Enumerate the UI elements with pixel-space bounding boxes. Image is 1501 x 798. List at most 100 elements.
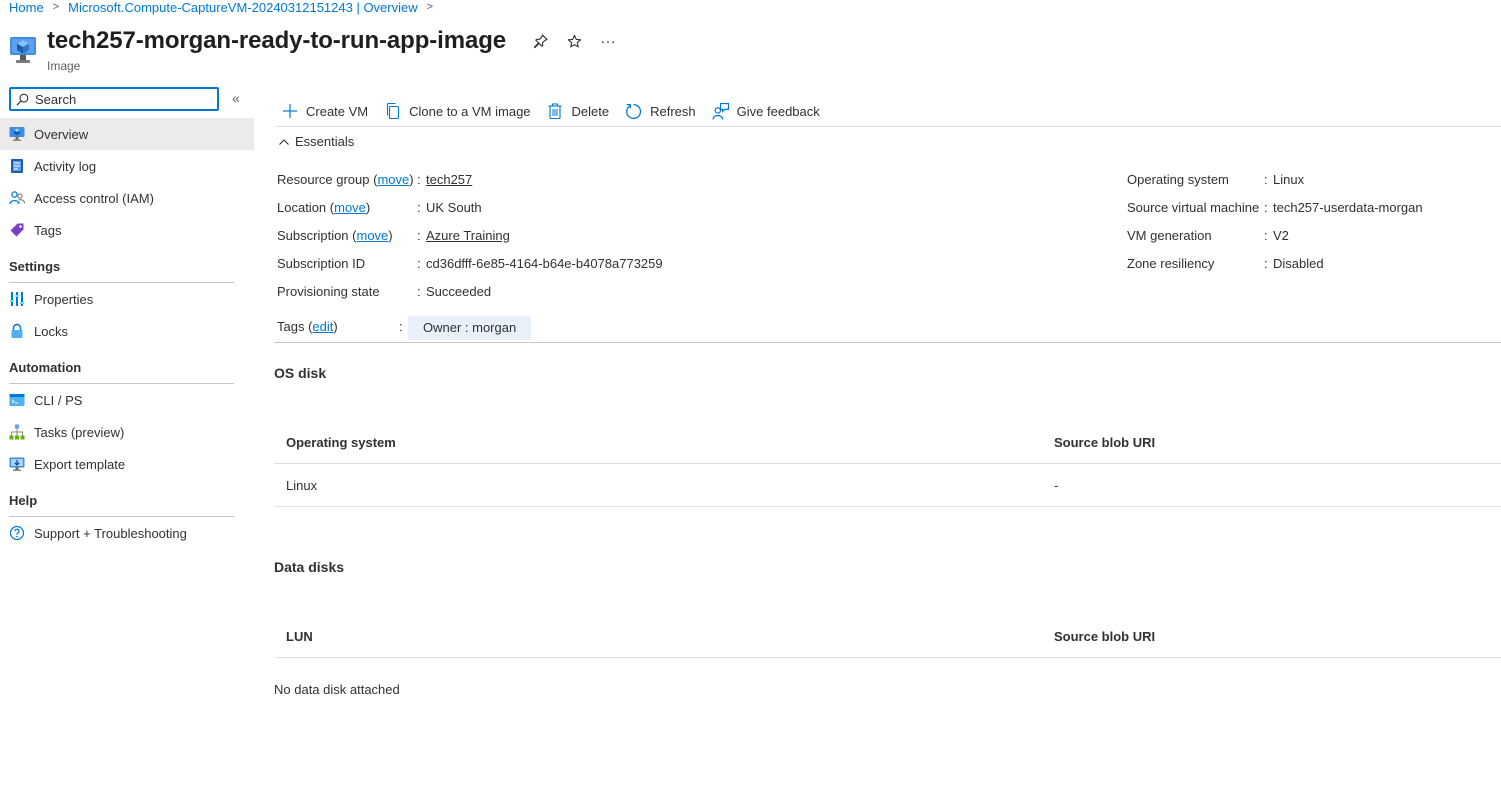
properties-icon: [9, 291, 25, 307]
sidebar-item-label: Overview: [34, 126, 89, 142]
more-options-icon[interactable]: ···: [598, 31, 618, 51]
subscription-link[interactable]: Azure Training: [426, 228, 510, 243]
sidebar-item-label: Access control (IAM): [34, 190, 154, 206]
sidebar-section-help: Help: [0, 480, 254, 517]
star-icon[interactable]: [564, 31, 584, 51]
property-label: Subscription (move): [277, 227, 393, 243]
tags-label: Tags: [277, 318, 305, 334]
delete-button[interactable]: Delete: [547, 103, 610, 120]
sidebar-item-properties[interactable]: Properties: [0, 283, 254, 315]
sidebar-item-tasks[interactable]: Tasks (preview): [0, 416, 254, 448]
provisioning-state-label: Provisioning state: [277, 283, 380, 299]
operating-system-label: Operating system: [1127, 171, 1229, 187]
collapse-sidebar-icon[interactable]: «: [232, 90, 240, 106]
edit-tags-link[interactable]: edit: [312, 319, 333, 334]
page-header: tech257-morgan-ready-to-run-app-image ··…: [9, 26, 618, 73]
section-heading: Help: [9, 493, 234, 517]
image-icon: [9, 126, 25, 142]
location-value: UK South: [426, 199, 482, 215]
colon: :: [1264, 199, 1268, 215]
terminal-icon: [9, 392, 25, 408]
data-disks-table: LUN Source blob URI: [274, 615, 1501, 658]
zone-resiliency-label: Zone resiliency: [1127, 255, 1215, 271]
plus-icon: [281, 103, 298, 120]
sidebar-item-label: Tasks (preview): [34, 424, 125, 440]
colon: :: [417, 283, 421, 299]
location-label: Location: [277, 199, 327, 215]
chevron-right-icon: >: [52, 1, 60, 13]
sidebar-item-activity-log[interactable]: Activity log: [0, 150, 254, 182]
create-vm-button[interactable]: Create VM: [281, 103, 368, 120]
property-source-vm: Source virtual machine : tech257-userdat…: [1127, 193, 1423, 221]
breadcrumb-home[interactable]: Home: [9, 0, 44, 15]
table-header: Operating system Source blob URI: [274, 421, 1501, 464]
sidebar-item-label: Tags: [34, 222, 62, 238]
os-disk-heading: OS disk: [274, 365, 327, 381]
clone-to-vm-image-button[interactable]: Clone to a VM image: [384, 103, 531, 120]
clone-label: Clone to a VM image: [409, 103, 531, 119]
search-input[interactable]: [35, 91, 205, 107]
feedback-icon: [712, 102, 729, 120]
resource-group-label: Resource group: [277, 171, 370, 187]
essentials-label: Essentials: [295, 134, 355, 149]
sidebar-item-tags[interactable]: Tags: [0, 214, 254, 246]
move-subscription-link[interactable]: move: [357, 228, 389, 243]
property-provisioning-state: Provisioning state : Succeeded: [277, 277, 663, 305]
colon: :: [1264, 171, 1268, 187]
trash-icon: [547, 103, 564, 120]
column-header: Source blob URI: [1054, 434, 1156, 450]
essentials-divider: [274, 342, 1501, 343]
chevron-right-icon: >: [426, 1, 434, 13]
sidebar-item-label: CLI / PS: [34, 392, 83, 408]
refresh-label: Refresh: [650, 103, 696, 119]
section-heading: Settings: [9, 259, 234, 283]
property-subscription-id: Subscription ID : cd36dfff-6e85-4164-b64…: [277, 249, 663, 277]
breadcrumb: Home > Microsoft.Compute-CaptureVM-20240…: [9, 0, 442, 15]
sidebar-item-export-template[interactable]: Export template: [0, 448, 254, 480]
give-feedback-label: Give feedback: [736, 103, 820, 119]
breadcrumb-deployment[interactable]: Microsoft.Compute-CaptureVM-202403121512…: [68, 0, 418, 15]
colon: :: [399, 318, 403, 334]
table-header: LUN Source blob URI: [274, 615, 1501, 658]
tasks-icon: [9, 424, 25, 440]
page-title: tech257-morgan-ready-to-run-app-image: [47, 27, 507, 54]
search-box: [9, 87, 219, 111]
operating-system-value: Linux: [1273, 171, 1305, 187]
resource-group-link[interactable]: tech257: [426, 172, 472, 187]
property-subscription: Subscription (move) : Azure Training: [277, 221, 663, 249]
provisioning-state-value: Succeeded: [426, 283, 492, 299]
os-cell: Linux: [286, 477, 318, 493]
vm-generation-label: VM generation: [1127, 227, 1212, 243]
sidebar-nav: Overview Activity log Access control (IA…: [0, 118, 254, 549]
blob-uri-cell: -: [1054, 477, 1059, 493]
column-header: Source blob URI: [1054, 628, 1156, 644]
tag-icon: [9, 222, 25, 238]
colon: :: [417, 227, 421, 243]
export-template-icon: [9, 456, 25, 472]
delete-label: Delete: [571, 103, 610, 119]
property-operating-system: Operating system : Linux: [1127, 165, 1423, 193]
essentials-toggle[interactable]: Essentials: [278, 134, 354, 149]
subscription-id-value: cd36dfff-6e85-4164-b64e-b4078a773259: [426, 255, 663, 271]
colon: :: [417, 255, 421, 271]
pin-icon[interactable]: [530, 31, 550, 51]
sidebar-section-settings: Settings: [0, 246, 254, 283]
refresh-button[interactable]: Refresh: [625, 103, 696, 120]
command-bar: Create VM Clone to a VM image Delete Ref…: [274, 96, 1501, 127]
move-resource-group-link[interactable]: move: [377, 172, 409, 187]
move-location-link[interactable]: move: [334, 200, 366, 215]
give-feedback-button[interactable]: Give feedback: [712, 102, 820, 120]
sidebar-item-support[interactable]: Support + Troubleshooting: [0, 517, 254, 549]
sidebar-item-label: Support + Troubleshooting: [34, 525, 187, 541]
sidebar-item-iam[interactable]: Access control (IAM): [0, 182, 254, 214]
property-zone-resiliency: Zone resiliency : Disabled: [1127, 249, 1423, 277]
property-resource-group: Resource group (move) : tech257: [277, 165, 663, 193]
essentials-right-column: Operating system : Linux Source virtual …: [1127, 165, 1423, 277]
property-tags: Tags (edit) : Owner : morgan: [277, 314, 532, 340]
sidebar-item-cli-ps[interactable]: CLI / PS: [0, 384, 254, 416]
sidebar-item-overview[interactable]: Overview: [0, 118, 254, 150]
sidebar-item-locks[interactable]: Locks: [0, 315, 254, 347]
help-icon: [9, 525, 25, 541]
sidebar-item-label: Locks: [34, 323, 68, 339]
tag-chip[interactable]: Owner : morgan: [408, 315, 532, 340]
